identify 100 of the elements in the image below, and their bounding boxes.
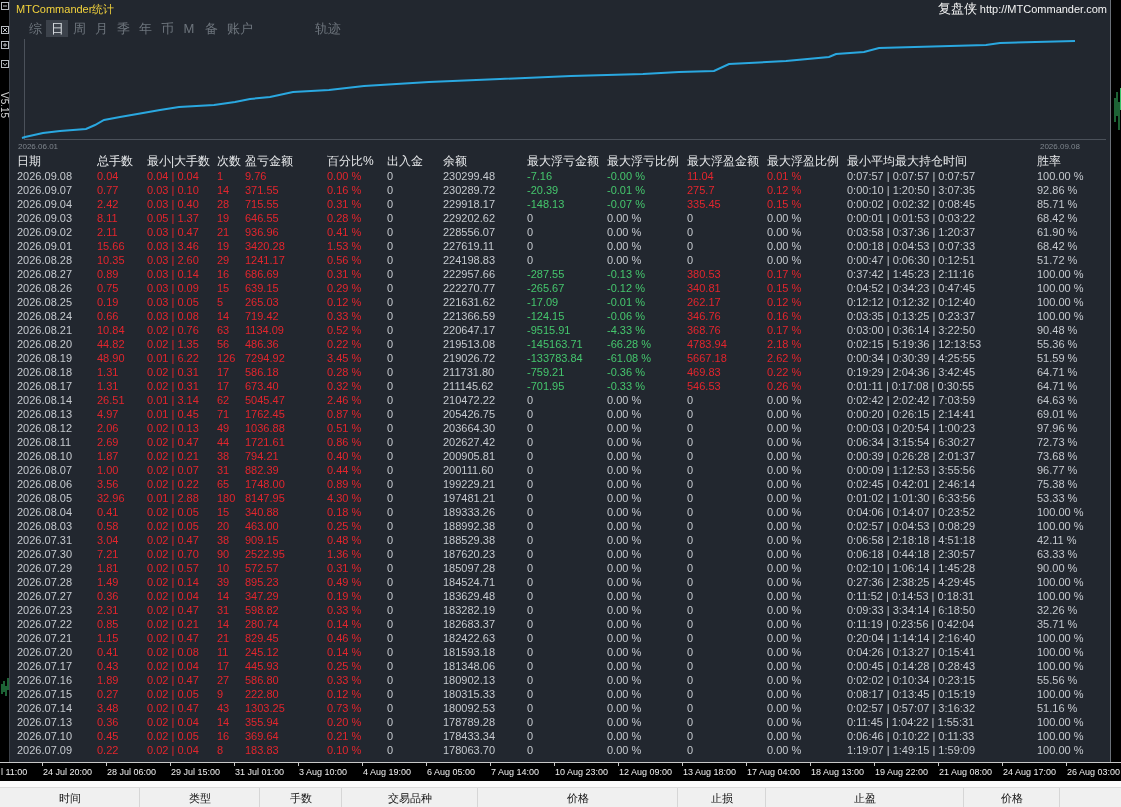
table-cell-text: 0.28 % [327, 211, 363, 225]
column-header[interactable]: 价格 [964, 788, 1060, 807]
column-header[interactable]: 止盈 [766, 788, 964, 807]
table-cell-text: 0.00 % [767, 659, 803, 673]
table-cell-text: 0 [387, 337, 395, 351]
table-cell-text: 0 [387, 365, 395, 379]
table-cell-text: 0 [527, 729, 535, 743]
table-cell-text: 0.12 % [767, 295, 803, 309]
table-cell-text: 0.00 % [607, 561, 643, 575]
table-cell-text: 0.02 | 0.47 [147, 603, 200, 617]
table-cell-text: 0 [527, 421, 535, 435]
table-cell-text: 183.83 [245, 743, 280, 757]
table-cell-text: 0:11:19 | 0:23:56 | 0:42:04 [847, 617, 976, 631]
table-cell-text: 0.19 % [327, 589, 363, 603]
table-cell-text: 895.23 [245, 575, 280, 589]
table-cell-text: 0.00 % [767, 589, 803, 603]
column-header[interactable]: 价格 [478, 788, 678, 807]
table-cell-text: 0.00 % [767, 393, 803, 407]
table-cell-text: 200111.60 [443, 463, 495, 477]
table-cell-text: 180315.33 [443, 687, 496, 701]
table-cell-text: 0 [387, 421, 395, 435]
column-header: 最小平均最大持仓时间 [847, 153, 968, 169]
table-cell-text: 2026.08.04 [17, 505, 74, 519]
table-cell-text: 0.02 | 0.57 [147, 561, 200, 575]
table-cell-text: 0 [687, 225, 695, 239]
table-cell-text: 0.00 % [767, 421, 803, 435]
table-cell-text: 0.00 % [767, 519, 803, 533]
table-cell-text: 0 [387, 645, 395, 659]
table-cell-text: 0.03 | 0.14 [147, 267, 200, 281]
table-cell-text: 2026.08.07 [17, 463, 74, 477]
table-cell-text: 0 [387, 253, 395, 267]
table-cell-text: 2026.09.04 [17, 197, 74, 211]
table-cell-text: 0 [527, 407, 535, 421]
table-cell-text: 0 [527, 715, 535, 729]
column-header[interactable]: 手数 [260, 788, 342, 807]
table-cell-text: 7294.92 [245, 351, 286, 365]
table-cell-text: 0 [687, 617, 695, 631]
table-cell-text: 0.75 [97, 281, 120, 295]
table-cell-text: 0.01 | 0.45 [147, 407, 200, 421]
table-cell-text: 0.33 % [327, 603, 363, 617]
table-cell-text: -17.09 [527, 295, 560, 309]
x-box-icon[interactable] [0, 26, 9, 34]
table-cell-text: 0 [527, 547, 535, 561]
table-cell-text: 572.57 [245, 561, 280, 575]
table-cell-text: 0 [387, 547, 395, 561]
table-cell-text: 2026.08.13 [17, 407, 74, 421]
table-cell-text: 0.33 % [327, 673, 363, 687]
column-header[interactable]: 止损 [678, 788, 766, 807]
table-cell-text: 2522.95 [245, 547, 286, 561]
table-cell-text: 184524.71 [443, 575, 496, 589]
table-cell-text: 0.89 % [327, 477, 363, 491]
table-cell-text: 63.33 % [1037, 547, 1079, 561]
column-header[interactable]: 交易品种 [342, 788, 478, 807]
table-cell-text: 371.55 [245, 183, 280, 197]
table-cell-text: 0.43 [97, 659, 120, 673]
table-cell-text: 4.30 % [327, 491, 363, 505]
table-cell-text: 2026.08.28 [17, 253, 74, 267]
table-cell-text: 0.48 % [327, 533, 363, 547]
table-cell-text: 2.46 % [327, 393, 363, 407]
table-cell-text: 445.93 [245, 659, 280, 673]
table-cell-text: -759.21 [527, 365, 566, 379]
table-cell-text: 38 [217, 449, 231, 463]
table-cell-text: -0.13 % [607, 267, 646, 281]
table-cell-text: 0.02 | 0.08 [147, 645, 200, 659]
table-cell-text: 0 [387, 323, 395, 337]
chevron-box-icon[interactable] [0, 60, 9, 68]
table-cell-text: 0.25 % [327, 519, 363, 533]
tab[interactable]: 日 [46, 20, 68, 37]
table-cell-text: 0 [527, 491, 535, 505]
table-cell-text: 546.53 [687, 379, 722, 393]
table-cell-text: 72.73 % [1037, 435, 1079, 449]
table-cell-text: 0 [687, 393, 695, 407]
table-cell-text: 0.00 % [767, 491, 803, 505]
plus-box-icon[interactable] [0, 41, 9, 49]
table-cell-text: 794.21 [245, 449, 280, 463]
table-cell-text: 0 [387, 533, 395, 547]
website-link[interactable]: http://MTCommander.com [979, 3, 1107, 15]
table-cell-text: 2026.07.20 [17, 645, 74, 659]
table-cell-text: 68.42 % [1037, 239, 1079, 253]
table-cell-text: 0 [527, 505, 535, 519]
minus-box-icon[interactable] [0, 2, 9, 10]
table-cell-text: 335.45 [687, 197, 722, 211]
table-cell-text: 0.41 [97, 645, 120, 659]
column-header[interactable]: 时间 [0, 788, 140, 807]
table-cell-text: 0.41 [97, 505, 120, 519]
table-cell-text: 90.48 % [1037, 323, 1079, 337]
table-cell-text: 229202.62 [443, 211, 496, 225]
table-cell-text: 0.27 [97, 687, 120, 701]
table-cell-text: 0.14 % [327, 645, 363, 659]
table-cell-text: 221631.62 [443, 295, 496, 309]
table-cell-text: 0 [387, 701, 395, 715]
candles-drawing [1114, 88, 1121, 130]
table-cell-text: 0.16 % [327, 183, 363, 197]
table-cell-text: 0.00 % [767, 463, 803, 477]
column-header[interactable]: 类型 [140, 788, 260, 807]
table-cell-text: 0 [387, 267, 395, 281]
table-cell-text: 0:37:42 | 1:45:23 | 2:11:16 [847, 267, 976, 281]
table-cell-text: 61.90 % [1037, 225, 1079, 239]
table-cell-text: 936.96 [245, 225, 280, 239]
table-cell-text: 51.16 % [1037, 701, 1079, 715]
